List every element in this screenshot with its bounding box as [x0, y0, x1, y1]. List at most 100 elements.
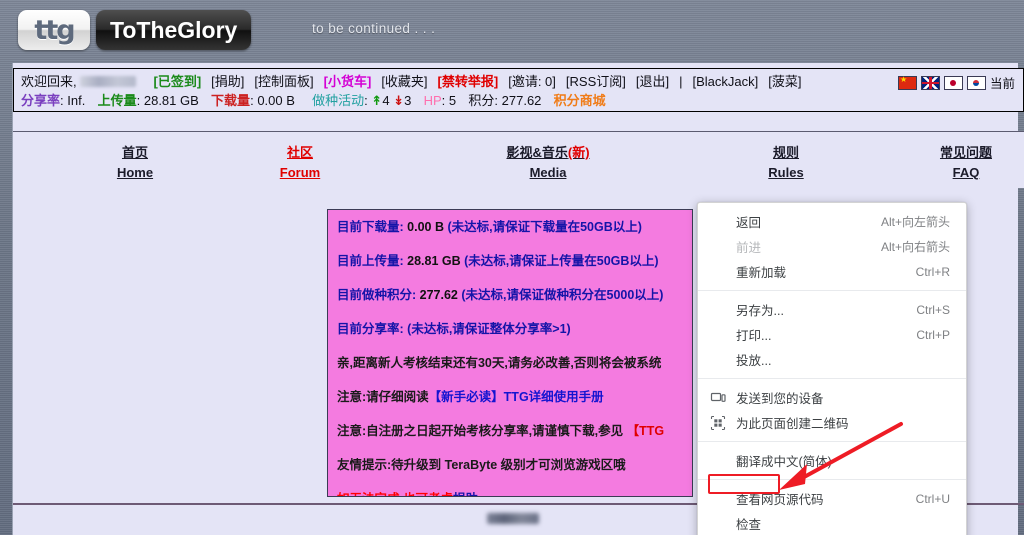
notice-note1-prefix: 注意:请仔细阅读	[337, 390, 429, 404]
flag-cn-icon[interactable]	[897, 74, 917, 90]
nav-media-en: Media	[529, 165, 567, 180]
context-menu-item-reload[interactable]: 重新加载 Ctrl+R	[698, 259, 966, 284]
download-label: 下载量	[211, 93, 251, 108]
context-back-accel: Alt+向左箭头	[880, 215, 950, 229]
link-bookmarks[interactable]: [收藏夹]	[381, 74, 427, 89]
context-print-label: 打印...	[736, 329, 772, 343]
link-divider: |	[679, 74, 683, 89]
context-menu-item-translate[interactable]: 翻译成中文(简体)	[698, 448, 966, 473]
ratio-label: 分享率	[21, 93, 61, 108]
context-menu-item-print[interactable]: 打印... Ctrl+P	[698, 322, 966, 347]
hp-value: 5	[448, 93, 457, 108]
context-translate-label: 翻译成中文(简体)	[736, 455, 832, 469]
context-menu-item-view-source[interactable]: 查看网页源代码 Ctrl+U	[698, 486, 966, 511]
flag-jp-icon[interactable]	[943, 75, 963, 90]
footer-masked-text	[487, 513, 539, 524]
nav-item-forum[interactable]: 社区 Forum	[260, 143, 340, 183]
context-back-label: 返回	[736, 216, 762, 230]
browser-context-menu[interactable]: 返回 Alt+向左箭头 前进 Alt+向右箭头 重新加载 Ctrl+R 另存为.…	[697, 202, 967, 535]
nav-faq-en: FAQ	[952, 165, 980, 180]
nav-item-faq[interactable]: 常见问题 FAQ	[921, 143, 1011, 183]
link-bonus-shop[interactable]: 积分商城	[554, 93, 606, 108]
logo-mark: ttg	[18, 10, 90, 50]
link-control-panel[interactable]: [控制面板]	[254, 74, 313, 89]
notice-line-ratio: 目前分享率: (未达标,请保证整体分享率>1)	[337, 321, 692, 337]
link-invites[interactable]: [邀请: 0]	[508, 74, 556, 89]
seeding-down-count: 3	[404, 93, 412, 108]
seeding-up-count: 4	[382, 93, 390, 108]
flag-kr-icon[interactable]	[966, 75, 986, 90]
site-banner: ttg ToTheGlory to be continued . . .	[0, 0, 1024, 63]
flag-uk-icon[interactable]	[920, 75, 940, 90]
upload-label: 上传量	[97, 93, 137, 108]
logo-wordmark: ToTheGlory	[96, 10, 252, 50]
link-bocai[interactable]: [菠菜]	[768, 74, 801, 89]
notice-last-text: 如无法完成,也可考虑	[337, 492, 453, 496]
context-cast-label: 投放...	[736, 354, 772, 368]
welcome-text: 欢迎回来,	[21, 74, 77, 89]
context-save-accel: Ctrl+S	[916, 302, 950, 317]
context-menu-item-inspect[interactable]: 检查	[698, 511, 966, 535]
current-language-text: 当前	[989, 77, 1015, 91]
context-reload-accel: Ctrl+R	[915, 264, 950, 279]
user-stats-row: 分享率: Inf. 上传量: 28.81 GB 下载量: 0.00 B 做种活动…	[21, 93, 606, 108]
context-forward-accel: Alt+向右箭头	[880, 240, 950, 254]
context-menu-separator	[698, 479, 966, 480]
nav-media-cn: 影视&音乐(新)	[506, 145, 590, 160]
notice-note2-prefix: 注意:自注册之日起开始考核分享率,请谨慎下载,参见	[337, 424, 627, 438]
notice-ratio-label: 目前分享率:	[337, 322, 404, 336]
context-qr-label: 为此页面创建二维码	[736, 417, 849, 431]
context-menu-item-back[interactable]: 返回 Alt+向左箭头	[698, 209, 966, 234]
main-navigation: 首页 Home 社区 Forum 影视&音乐(新) Media 规则 Rules…	[13, 131, 1024, 188]
site-logo[interactable]: ttg ToTheGlory	[18, 10, 252, 50]
context-save-label: 另存为...	[736, 304, 784, 318]
nav-item-media[interactable]: 影视&音乐(新) Media	[473, 143, 623, 183]
link-logout[interactable]: [退出]	[636, 74, 669, 89]
context-menu-item-qr-code[interactable]: 为此页面创建二维码	[698, 410, 966, 435]
context-menu-item-send-to-device[interactable]: 发送到您的设备	[698, 385, 966, 410]
context-menu-item-cast[interactable]: 投放...	[698, 347, 966, 372]
notice-line-bonus: 目前做种积分: 277.62 (未达标,请保证做种积分在5000以上)	[337, 287, 692, 303]
qr-code-icon	[710, 415, 726, 431]
notice-bonus-hint: (未达标,请保证做种积分在5000以上)	[461, 288, 664, 302]
ratio-value: Inf.	[67, 93, 86, 108]
context-menu-separator	[698, 290, 966, 291]
link-donate[interactable]: [捐助]	[211, 74, 244, 89]
language-flags: 当前	[897, 73, 1015, 92]
link-cart[interactable]: [小货车]	[324, 74, 372, 89]
nav-rules-en: Rules	[768, 165, 804, 180]
nav-media-new-tag: (新)	[567, 145, 590, 160]
nav-item-rules[interactable]: 规则 Rules	[746, 143, 826, 183]
notice-download-value: 0.00 B	[403, 220, 448, 234]
username-masked	[80, 76, 137, 87]
notice-note2-link[interactable]: 【TTG	[627, 424, 665, 438]
nav-item-home[interactable]: 首页 Home	[95, 143, 175, 183]
link-signed-in[interactable]: [已签到]	[154, 74, 202, 89]
context-menu-item-forward: 前进 Alt+向右箭头	[698, 234, 966, 259]
context-menu-separator	[698, 378, 966, 379]
seeding-down-icon: ↡	[393, 93, 405, 108]
context-menu-item-save-as[interactable]: 另存为... Ctrl+S	[698, 297, 966, 322]
context-view-source-label: 查看网页源代码	[736, 493, 824, 507]
link-report[interactable]: [禁转举报]	[438, 74, 499, 89]
nav-home-en: Home	[116, 165, 154, 180]
newbie-requirements-notice: 目前下载量: 0.00 B (未达标,请保证下载量在50GB以上) 目前上传量:…	[327, 209, 693, 497]
notice-download-hint: (未达标,请保证下载量在50GB以上)	[447, 220, 642, 234]
nav-rules-cn: 规则	[772, 145, 799, 160]
notice-bonus-label: 目前做种积分:	[337, 288, 417, 302]
context-print-accel: Ctrl+P	[916, 327, 950, 342]
notice-line-last: 如无法完成,也可考虑捐助	[337, 491, 692, 496]
context-forward-label: 前进	[736, 241, 762, 255]
notice-donate-link[interactable]: 捐助	[453, 492, 478, 496]
link-rss[interactable]: [RSS订阅]	[566, 74, 626, 89]
hp-label: HP	[423, 93, 442, 108]
upload-value: 28.81 GB	[143, 93, 199, 108]
bonus-label: 积分	[468, 93, 495, 108]
notice-note1-link[interactable]: 【新手必读】TTG详细使用手册	[429, 390, 604, 404]
notice-line-note2: 注意:自注册之日起开始考核分享率,请谨慎下载,参见 【TTG	[337, 423, 692, 439]
seeding-up-icon: ↟	[371, 93, 383, 108]
link-blackjack[interactable]: [BlackJack]	[693, 74, 759, 89]
notice-line-tip: 友情提示:待升级到 TeraByte 级别才可浏览游戏区哦	[337, 458, 626, 472]
download-value: 0.00 B	[257, 93, 295, 108]
notice-ratio-hint: (未达标,请保证整体分享率>1)	[407, 322, 571, 336]
